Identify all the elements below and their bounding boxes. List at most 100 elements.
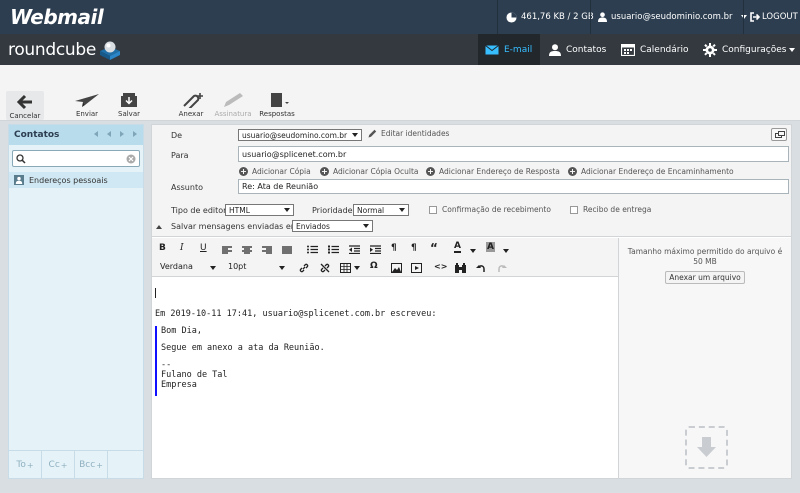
mdn-checkbox[interactable]: Confirmação de recebimento — [429, 205, 551, 214]
attachment-dropzone[interactable] — [685, 426, 728, 469]
compose-headers: De usuario@seudomino.com.br Editar ident… — [152, 125, 791, 237]
signature-button[interactable]: Assinatura — [212, 92, 254, 118]
contacts-search-input[interactable] — [12, 150, 140, 167]
responses-button[interactable]: Respostas — [256, 92, 298, 118]
attachment-size-info: Tamanho máximo permitido do arquivo é 50… — [627, 247, 783, 266]
link-icon[interactable] — [299, 263, 309, 273]
bg-color-button[interactable]: A — [486, 242, 495, 252]
edit-identities-label: Editar identidades — [381, 129, 450, 138]
add-cc-button[interactable]: Cc + — [42, 451, 75, 479]
calendar-icon — [621, 43, 635, 56]
find-replace-icon[interactable] — [455, 263, 466, 273]
font-family-value: Verdana — [160, 262, 193, 271]
editor-type-select[interactable]: HTML — [225, 204, 294, 216]
more-menu-icon[interactable] — [789, 48, 795, 52]
addressbook-item-personal[interactable]: Endereços pessoais — [9, 172, 143, 188]
cancel-label: Cancelar — [9, 112, 41, 120]
cancel-button[interactable]: Cancelar — [6, 91, 44, 120]
collapse-options-icon[interactable] — [156, 225, 162, 229]
outdent-icon[interactable] — [349, 245, 360, 254]
align-right-icon[interactable] — [262, 246, 272, 254]
save-sent-select[interactable]: Enviados — [292, 220, 373, 232]
plus-icon: + — [320, 167, 329, 176]
unlink-icon[interactable] — [320, 263, 330, 273]
clear-icon[interactable] — [126, 154, 136, 164]
chevron-down-icon[interactable] — [279, 266, 285, 270]
italic-button[interactable]: I — [180, 243, 184, 253]
edit-identities-link[interactable]: Editar identidades — [368, 129, 449, 138]
nav-configuracoes[interactable]: Configurações — [696, 34, 793, 65]
user-icon — [598, 12, 607, 22]
save-label: Salvar — [118, 110, 140, 118]
attach-file-button[interactable]: Anexar um arquivo — [665, 271, 745, 284]
subject-value: Re: Ata de Reunião — [242, 182, 319, 191]
ltr-button[interactable]: ¶ — [391, 243, 397, 253]
add-to-button[interactable]: To + — [9, 451, 42, 479]
expand-headers-icon[interactable] — [771, 128, 787, 141]
quote-line: Fulano de Tal — [161, 370, 228, 380]
plus-icon: + — [426, 167, 435, 176]
table-icon[interactable] — [340, 263, 351, 273]
font-size-select[interactable]: 10pt — [228, 262, 246, 271]
plus-icon: + — [239, 167, 248, 176]
next-page-icon[interactable] — [120, 131, 124, 137]
font-family-select[interactable]: Verdana — [160, 262, 193, 271]
indent-icon[interactable] — [370, 245, 381, 254]
chevron-down-icon[interactable] — [354, 266, 360, 270]
attachments-panel: Tamanho máximo permitido do arquivo é 50… — [618, 238, 791, 478]
align-justify-icon[interactable] — [282, 246, 292, 254]
rtl-button[interactable]: ¶ — [411, 243, 417, 253]
message-body-editor[interactable]: Em 2019-10-11 17:41, usuario@splicenet.c… — [152, 278, 618, 478]
download-arrow-icon — [697, 437, 716, 457]
add-cc-label: Cc — [48, 460, 60, 470]
add-bcc-link[interactable]: + Adicionar Cópia Oculta — [320, 167, 419, 176]
send-button[interactable]: Enviar — [66, 92, 108, 118]
add-cc-link[interactable]: + Adicionar Cópia — [239, 167, 311, 176]
document-icon — [271, 93, 289, 107]
main-nav: roundcube E-mail Contatos Calendário Con… — [0, 34, 800, 65]
add-bcc-button[interactable]: Bcc + — [75, 451, 108, 479]
priority-select[interactable]: Normal — [353, 204, 409, 216]
attach-button[interactable]: Anexar — [170, 92, 212, 118]
special-char-button[interactable]: Ω — [370, 261, 378, 271]
add-followupto-link[interactable]: + Adicionar Endereço de Encaminhamento — [568, 167, 734, 176]
user-menu[interactable]: usuario@seudominio.com.br — [598, 0, 747, 34]
align-center-icon[interactable] — [242, 246, 252, 254]
mdn-label: Confirmação de recebimento — [442, 205, 551, 214]
underline-button[interactable]: U — [200, 243, 207, 253]
chevron-down-icon[interactable] — [470, 249, 476, 253]
add-replyto-link[interactable]: + Adicionar Endereço de Resposta — [426, 167, 560, 176]
bold-button[interactable]: B — [159, 243, 166, 253]
nav-contatos[interactable]: Contatos — [542, 34, 613, 65]
text-color-button[interactable]: A — [454, 242, 461, 253]
quota-text: 461,76 KB / 2 GB — [521, 12, 594, 22]
nav-calendario[interactable]: Calendário — [614, 34, 695, 65]
numbered-list-icon[interactable] — [328, 245, 339, 254]
media-icon[interactable] — [411, 263, 422, 273]
nav-configuracoes-label: Configurações — [722, 44, 787, 55]
first-page-icon[interactable] — [94, 131, 98, 137]
to-field[interactable]: usuario@splicenet.com.br — [238, 146, 789, 162]
bullet-list-icon[interactable] — [307, 245, 318, 254]
last-page-icon[interactable] — [133, 131, 137, 137]
text-cursor — [155, 288, 156, 298]
logout-button[interactable]: LOGOUT — [750, 0, 798, 34]
undo-icon[interactable] — [476, 263, 486, 273]
dsn-checkbox[interactable]: Recibo de entrega — [570, 205, 651, 214]
user-email: usuario@seudominio.com.br — [611, 12, 733, 22]
priority-value: Normal — [357, 205, 385, 215]
align-left-icon[interactable] — [222, 246, 232, 254]
prev-page-icon[interactable] — [107, 131, 111, 137]
from-select[interactable]: usuario@seudomino.com.br — [238, 129, 362, 141]
nav-calendario-label: Calendário — [640, 44, 689, 55]
chevron-down-icon[interactable] — [210, 266, 216, 270]
blockquote-button[interactable]: “ — [430, 241, 438, 255]
chevron-down-icon[interactable] — [503, 249, 509, 253]
source-code-button[interactable]: <> — [434, 262, 447, 271]
redo-icon[interactable] — [497, 263, 507, 273]
nav-email[interactable]: E-mail — [478, 34, 540, 65]
image-icon[interactable] — [391, 263, 402, 273]
subject-field[interactable]: Re: Ata de Reunião — [238, 179, 789, 194]
save-button[interactable]: Salvar — [108, 92, 150, 118]
divider — [590, 0, 591, 34]
